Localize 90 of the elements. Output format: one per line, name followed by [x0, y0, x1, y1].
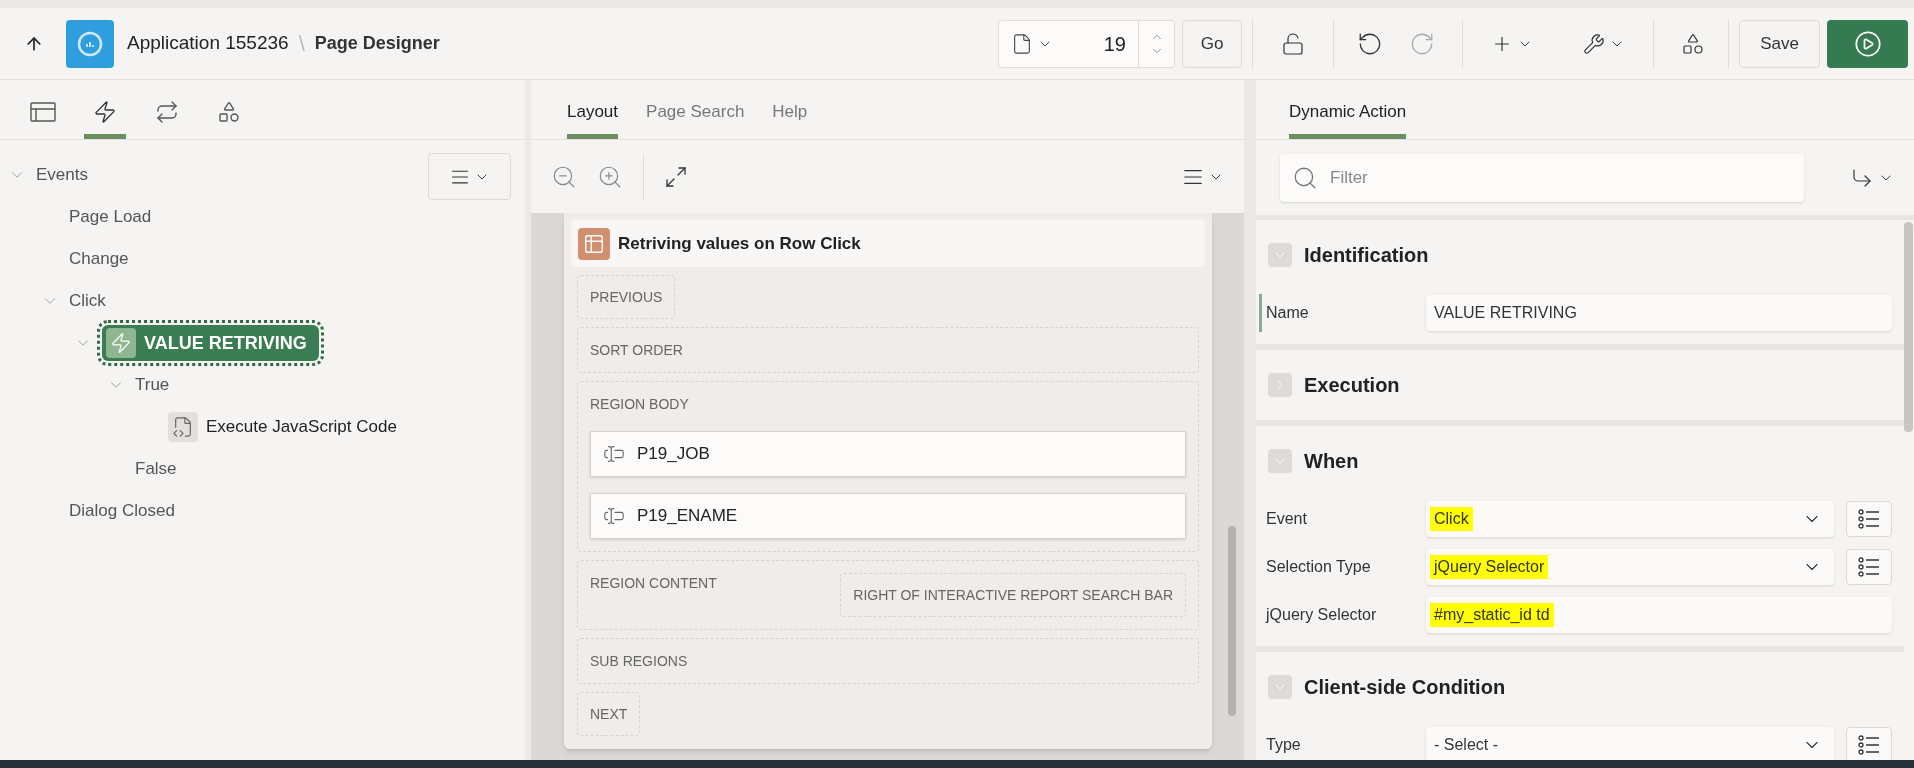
field-label: Selection Type: [1265, 557, 1372, 577]
region-card[interactable]: Retriving values on Row Click PREVIOUS SORT ORDER REGION BODY P19_JOB P19_ENAME REGION CONTENT RIGHT OF INTERACTIVE REPORT SEARCH BAR SUB REGIONS NEXT: [564, 213, 1212, 749]
page-icon: [1011, 32, 1033, 55]
run-button[interactable]: [1827, 19, 1908, 68]
item-name: P19_JOB: [637, 443, 710, 466]
layout-slot[interactable]: NEXT: [577, 692, 641, 736]
breadcrumb-separator: \: [298, 30, 305, 58]
select-field[interactable]: jQuery Selector: [1426, 549, 1834, 585]
list-button[interactable]: [1846, 549, 1892, 585]
field-label: jQuery Selector: [1264, 605, 1378, 625]
slot-label: REGION BODY: [590, 395, 690, 414]
scrollbar-thumb[interactable]: [1228, 526, 1236, 716]
select-field[interactable]: - Select -: [1426, 727, 1834, 760]
page-selector[interactable]: 19: [998, 19, 1175, 68]
scrollbar-thumb[interactable]: [1904, 222, 1913, 432]
layout-slot[interactable]: REGION BODY P19_JOB P19_ENAME: [577, 381, 1199, 552]
field-value: VALUE RETRIVING: [1433, 303, 1578, 323]
region-title: Retriving values on Row Click: [618, 232, 861, 255]
section-title: Identification: [1304, 243, 1429, 268]
tree-item[interactable]: True: [135, 372, 170, 398]
slot-label: PREVIOUS: [590, 287, 663, 307]
tree-item[interactable]: Click: [69, 288, 106, 314]
tree-item[interactable]: False: [135, 456, 177, 482]
unlocked-icon: [1281, 31, 1305, 56]
field-value: jQuery Selector: [1430, 555, 1549, 579]
page-item[interactable]: P19_ENAME: [590, 493, 1186, 539]
slot-label: REGION CONTENT: [590, 574, 717, 593]
play-icon: [1853, 29, 1882, 58]
expand-icon[interactable]: [664, 164, 688, 189]
text-field-icon: [603, 443, 625, 465]
field-label: Event: [1265, 509, 1308, 529]
report-icon: [583, 232, 605, 255]
tree-item[interactable]: Change: [69, 246, 129, 272]
save-button[interactable]: Save: [1739, 19, 1820, 68]
page-number: 19: [1103, 31, 1126, 57]
text-field-icon: [603, 505, 625, 527]
layout-slot[interactable]: SORT ORDER: [577, 327, 1199, 373]
layout-tab[interactable]: Page Search: [646, 89, 745, 139]
layout-slot[interactable]: PREVIOUS: [577, 275, 676, 319]
text-field[interactable]: VALUE RETRIVING: [1426, 295, 1892, 331]
layout-slot[interactable]: REGION CONTENT RIGHT OF INTERACTIVE REPORT SEARCH BAR: [577, 560, 1199, 630]
filter-field[interactable]: Filter: [1280, 153, 1804, 202]
sub-slot[interactable]: RIGHT OF INTERACTIVE REPORT SEARCH BAR: [840, 573, 1186, 617]
list-icon: [1858, 509, 1880, 529]
collapse-toggle[interactable]: [1268, 449, 1292, 473]
lightning-icon: [93, 99, 117, 124]
list-button[interactable]: [1846, 727, 1892, 760]
field-label: Name: [1265, 303, 1310, 323]
collapse-toggle[interactable]: [1268, 373, 1292, 397]
tree-item[interactable]: Page Load: [69, 204, 152, 230]
lightning-icon: [110, 332, 132, 354]
layout-tab[interactable]: Help: [772, 89, 808, 139]
tree-item[interactable]: Events: [36, 162, 88, 188]
shapes-icon: [1681, 31, 1705, 56]
gauge-icon: [77, 30, 103, 57]
field-label: Type: [1265, 735, 1302, 755]
text-field[interactable]: #my_static_id td: [1426, 597, 1892, 633]
go-button[interactable]: Go: [1182, 19, 1242, 68]
item-name: P19_ENAME: [637, 505, 738, 528]
slot-label: NEXT: [590, 704, 628, 724]
filter-input[interactable]: Filter: [1330, 164, 1792, 191]
list-icon: [1858, 735, 1880, 755]
page-title: Page Designer: [314, 32, 440, 55]
tree-item[interactable]: Dialog Closed: [69, 498, 175, 524]
property-tab[interactable]: Dynamic Action: [1289, 89, 1407, 139]
page-item[interactable]: P19_JOB: [590, 431, 1186, 477]
section-title: Execution: [1304, 373, 1400, 398]
slot-label: SORT ORDER: [590, 340, 683, 360]
collapse-toggle[interactable]: [1268, 243, 1292, 267]
collapse-toggle[interactable]: [1268, 675, 1292, 699]
script-file-icon: [172, 416, 194, 438]
list-icon: [1858, 557, 1880, 577]
field-value: #my_static_id td: [1430, 603, 1554, 627]
view-menu-button[interactable]: [428, 153, 511, 200]
layout-tab[interactable]: Layout: [567, 89, 619, 139]
app-logo[interactable]: [66, 19, 114, 68]
slot-label: SUB REGIONS: [590, 651, 688, 671]
loop-arrows-icon: [155, 99, 179, 124]
select-field[interactable]: Click: [1426, 501, 1834, 537]
shapes-icon: [217, 99, 241, 124]
field-value: Click: [1430, 507, 1473, 531]
list-button[interactable]: [1846, 501, 1892, 537]
layout-icon: [30, 101, 56, 122]
section-title: When: [1304, 449, 1359, 474]
field-value: - Select -: [1433, 735, 1499, 755]
tree-item[interactable]: Execute JavaScript Code: [206, 414, 397, 440]
section-title: Client-side Condition: [1304, 675, 1506, 700]
wrench-icon: [1583, 32, 1605, 55]
app-name[interactable]: Application 155236: [127, 29, 289, 58]
layout-slot[interactable]: SUB REGIONS: [577, 638, 1199, 684]
